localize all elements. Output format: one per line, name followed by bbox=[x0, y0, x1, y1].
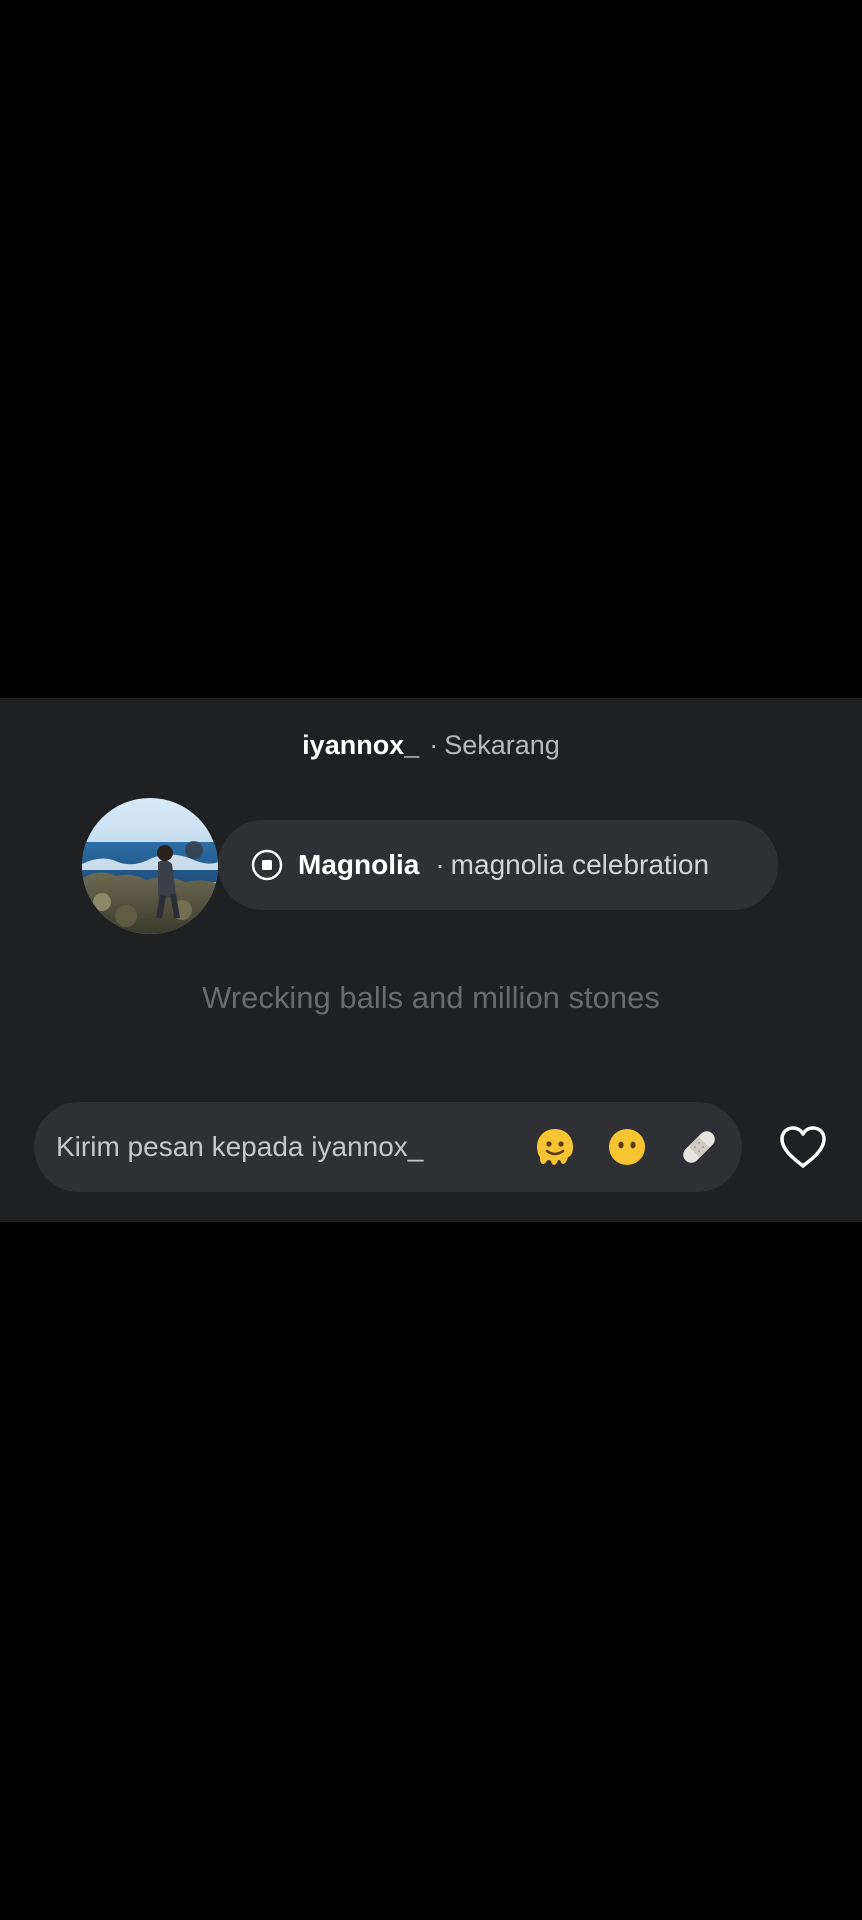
username[interactable]: iyannox_ bbox=[302, 730, 419, 760]
face-without-mouth-emoji[interactable] bbox=[606, 1126, 648, 1168]
avatar-photo bbox=[82, 798, 218, 934]
melting-face-emoji[interactable] bbox=[534, 1126, 576, 1168]
song-artist: magnolia celebration bbox=[450, 849, 710, 880]
song-separator: · bbox=[435, 849, 445, 880]
avatar[interactable] bbox=[82, 798, 218, 934]
story-reply-card: iyannox_ · Sekarang Magnolia · magnolia … bbox=[0, 698, 862, 1222]
story-header: iyannox_ · Sekarang bbox=[0, 728, 862, 762]
message-input[interactable]: Kirim pesan kepada iyannox_ bbox=[34, 1102, 742, 1192]
music-note-pill[interactable]: Magnolia · magnolia celebration bbox=[218, 820, 778, 910]
heart-icon[interactable] bbox=[776, 1120, 830, 1174]
screen: iyannox_ · Sekarang Magnolia · magnolia … bbox=[0, 0, 862, 1920]
marquee-fade bbox=[708, 820, 778, 910]
message-placeholder: Kirim pesan kepada iyannox_ bbox=[56, 1131, 424, 1162]
song-lyric: Wrecking balls and million stones bbox=[202, 980, 660, 1015]
header-separator: · bbox=[429, 730, 439, 760]
timestamp: Sekarang bbox=[444, 730, 560, 760]
bandage-emoji[interactable] bbox=[678, 1126, 720, 1168]
song-info: Magnolia · magnolia celebration bbox=[298, 820, 758, 910]
song-title: Magnolia bbox=[298, 849, 420, 880]
stop-icon[interactable] bbox=[251, 849, 283, 881]
